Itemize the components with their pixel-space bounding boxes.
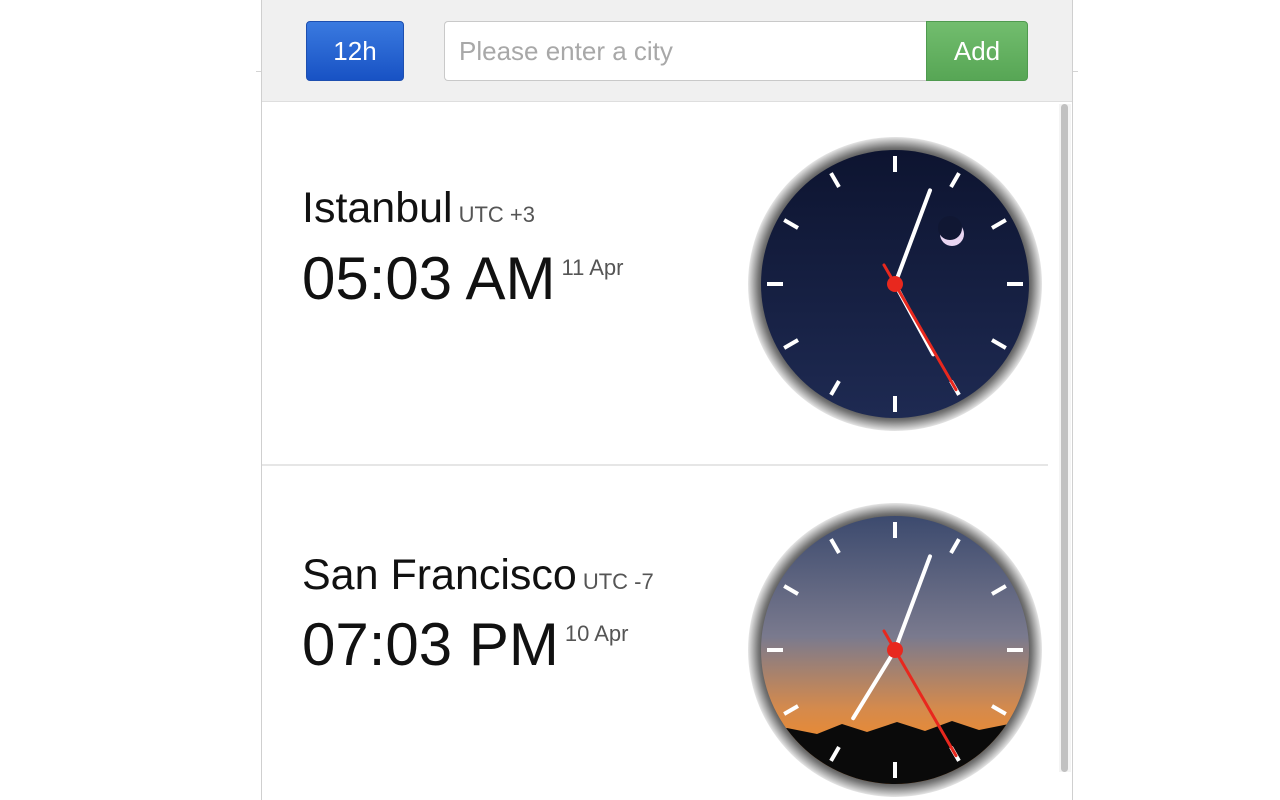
clock-center-cap [887,276,903,292]
city-name: San Francisco [302,551,577,599]
analog-clock-dusk [748,503,1042,797]
time-format-toggle-button[interactable]: 12h [306,21,404,81]
add-city-button[interactable]: Add [926,21,1028,81]
analog-clock-night [748,137,1042,431]
utc-offset: UTC -7 [582,569,654,594]
city-row: Istanbul UTC +3 05:03 AM 11 Apr [262,102,1048,466]
local-time: 05:03 AM [302,245,556,312]
local-date: 11 Apr [561,255,624,280]
local-date: 10 Apr [564,621,629,646]
city-name: Istanbul [302,184,453,232]
world-clock-popup: 12h Add IstanbulUTC +3 05:03 AM11 Apr Sa… [261,0,1073,800]
utc-offset: UTC +3 [458,202,536,227]
scrollbar-thumb[interactable] [1061,104,1068,772]
local-time: 07:03 PM [302,611,559,678]
scrollbar[interactable] [1059,104,1071,772]
city-search-input[interactable] [444,21,926,81]
clock-center-cap [887,642,903,658]
toolbar: 12h Add [262,0,1072,102]
city-row: San Francisco UTC -7 07:03 PM 10 Apr [262,466,1048,800]
